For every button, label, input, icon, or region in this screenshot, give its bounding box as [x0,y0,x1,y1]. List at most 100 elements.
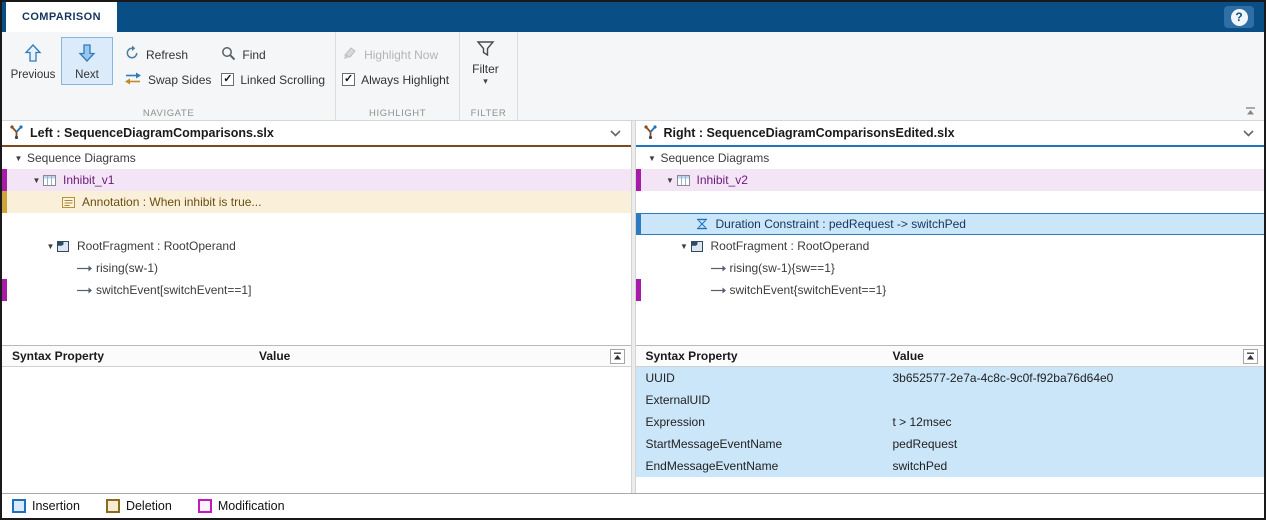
change-marker-modification [636,169,641,191]
highlight-now-label: Highlight Now [364,48,438,62]
message-arrow-icon [76,286,94,295]
property-value: t > 12msec [893,415,952,429]
sequence-diagram-icon [43,175,61,186]
minimize-toolstrip-button[interactable] [1245,107,1256,116]
property-row[interactable]: StartMessageEventNamepedRequest [636,433,1265,455]
search-icon [221,46,236,64]
left-property-column-header: Syntax Property [12,349,259,363]
right-panel-title: Right : SequenceDiagramComparisonsEdited… [664,126,955,140]
legend-item-deletion: Deletion [106,499,172,513]
left-panel: Left : SequenceDiagramComparisons.slx ▼S… [2,121,631,493]
section-label-filter: FILTER [460,108,517,119]
tree-row[interactable]: switchEvent[switchEvent==1] [2,279,631,301]
comparison-window: COMPARISON ? Previous Next [0,0,1266,520]
tree-row-label: rising(sw-1) [96,261,158,275]
tree-row[interactable]: ▼ RootFragment : RootOperand [2,235,631,257]
filter-button[interactable]: Filter ▾ [464,35,507,84]
expander-icon[interactable]: ▼ [646,154,659,163]
left-properties-header: Syntax Property Value [2,345,631,367]
left-panel-header[interactable]: Left : SequenceDiagramComparisons.slx [2,121,631,147]
always-highlight-checkbox-row[interactable]: ✓ Always Highlight [342,69,449,90]
tab-comparison[interactable]: COMPARISON [6,2,117,32]
tree-row-label: RootFragment : RootOperand [77,239,236,253]
property-row[interactable]: ExternalUID [636,389,1265,411]
expander-icon[interactable]: ▼ [664,176,677,185]
help-button[interactable]: ? [1224,6,1254,28]
toolbar: Previous Next Refresh [2,32,1264,121]
swap-sides-button[interactable]: Swap Sides [124,69,211,90]
tree-row[interactable]: rising(sw-1){sw==1} [636,257,1265,279]
collapse-properties-button[interactable] [1243,349,1258,364]
right-properties-table: UUID3b652577-2e7a-4c8c-9c0f-f92ba76d64e0… [636,367,1265,493]
tree-row-label: Duration Constraint : pedRequest -> swit… [716,217,966,231]
legend-bar: InsertionDeletionModification [2,493,1264,518]
legend-item-insertion: Insertion [12,499,80,513]
main-area: Left : SequenceDiagramComparisons.slx ▼S… [2,121,1264,493]
linked-scrolling-label: Linked Scrolling [240,73,325,87]
always-highlight-label: Always Highlight [361,73,449,87]
section-label-navigate: NAVIGATE [2,108,335,119]
sequence-diagram-icon [677,175,695,186]
legend-label: Deletion [126,499,172,513]
swap-sides-icon [124,72,142,88]
tree-row[interactable]: Duration Constraint : pedRequest -> swit… [636,213,1265,235]
refresh-icon [124,45,140,64]
tree-row[interactable]: ▼Sequence Diagrams [2,147,631,169]
right-property-column-header: Syntax Property [646,349,893,363]
property-row[interactable]: EndMessageEventNameswitchPed [636,455,1265,477]
annotation-icon [62,197,80,208]
legend-label: Insertion [32,499,80,513]
find-button[interactable]: Find [221,44,325,65]
property-row[interactable]: UUID3b652577-2e7a-4c8c-9c0f-f92ba76d64e0 [636,367,1265,389]
refresh-button[interactable]: Refresh [124,44,211,65]
tree-row-label: rising(sw-1){sw==1} [730,261,835,275]
tree-row-label: switchEvent[switchEvent==1] [96,283,251,297]
tree-row[interactable]: ▼Inhibit_v2 [636,169,1265,191]
legend-swatch-insertion [12,499,26,513]
fragment-icon [57,241,75,252]
legend-swatch-deletion [106,499,120,513]
next-button[interactable]: Next [61,37,113,85]
message-arrow-icon [710,286,728,295]
checkbox-checked-icon[interactable]: ✓ [221,73,234,86]
toolbar-group-navigate: Previous Next Refresh [2,32,336,120]
checkbox-checked-icon[interactable]: ✓ [342,73,355,86]
collapse-properties-button[interactable] [610,349,625,364]
right-panel: Right : SequenceDiagramComparisonsEdited… [636,121,1265,493]
previous-arrow-icon [23,43,43,66]
tab-comparison-label: COMPARISON [22,11,101,23]
toolbar-group-filter: Filter ▾ FILTER [460,32,518,120]
refresh-swap-column: Refresh Swap Sides [124,35,211,90]
expander-icon[interactable]: ▼ [44,242,57,251]
change-marker-modification [2,169,7,191]
tree-row[interactable]: ▼RootFragment : RootOperand [636,235,1265,257]
chevron-down-icon[interactable] [610,130,621,137]
tree-row[interactable]: ▼Inhibit_v1 [2,169,631,191]
previous-button[interactable]: Previous [7,37,59,85]
help-icon: ? [1231,9,1248,26]
linked-scrolling-checkbox-row[interactable]: ✓ Linked Scrolling [221,69,325,90]
tree-row[interactable]: Annotation : When inhibit is true... [2,191,631,213]
change-marker-modification [636,279,641,301]
expander-icon[interactable]: ▼ [12,154,25,163]
compare-branch-icon [10,125,23,142]
tree-row[interactable]: ▼Sequence Diagrams [636,147,1265,169]
right-panel-header[interactable]: Right : SequenceDiagramComparisonsEdited… [636,121,1265,147]
property-name: Expression [646,415,893,429]
expander-icon[interactable]: ▼ [30,176,43,185]
tree-row[interactable]: rising(sw-1) [2,257,631,279]
tree-row[interactable]: switchEvent{switchEvent==1} [636,279,1265,301]
compare-branch-icon [644,125,657,142]
left-value-column-header: Value [259,349,290,363]
chevron-down-icon[interactable] [1243,130,1254,137]
tree-row-label: Sequence Diagrams [27,151,136,165]
expander-icon[interactable]: ▼ [678,242,691,251]
tree-empty-row [2,213,631,235]
property-value: 3b652577-2e7a-4c8c-9c0f-f92ba76d64e0 [893,371,1114,385]
filter-funnel-icon [476,40,495,60]
highlight-now-button: Highlight Now [342,44,449,65]
swap-sides-button-label: Swap Sides [148,73,211,87]
message-arrow-icon [76,264,94,273]
find-button-label: Find [242,48,265,62]
property-row[interactable]: Expressiont > 12msec [636,411,1265,433]
